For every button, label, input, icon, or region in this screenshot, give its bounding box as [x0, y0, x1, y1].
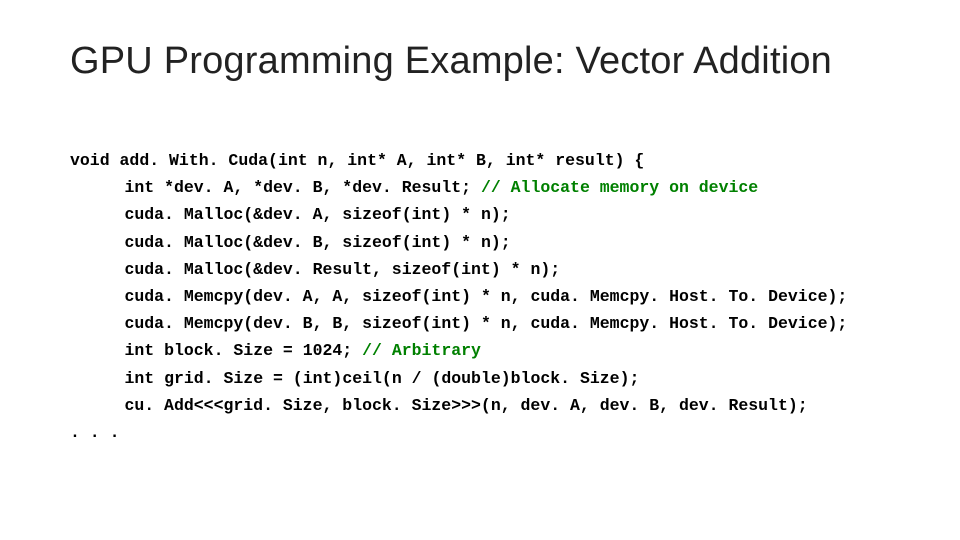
- keyword-double: double: [441, 369, 500, 388]
- keyword-void: void: [70, 151, 110, 170]
- code-line-1: void add. With. Cuda(int n, int* A, int*…: [70, 151, 644, 170]
- keyword-sizeof: sizeof: [362, 314, 421, 333]
- keyword-int: int: [431, 287, 461, 306]
- keyword-int-ptr: int*: [347, 151, 387, 170]
- code-line-3: cuda. Malloc(&dev. A, sizeof(int) * n);: [70, 205, 511, 224]
- keyword-int: int: [412, 233, 442, 252]
- keyword-int-ptr: int*: [426, 151, 466, 170]
- code-line-9: int grid. Size = (int)ceil(n / (double)b…: [70, 369, 639, 388]
- keyword-int: int: [124, 369, 154, 388]
- code-line-2: int *dev. A, *dev. B, *dev. Result; // A…: [70, 178, 758, 197]
- keyword-int: int: [303, 369, 333, 388]
- keyword-sizeof: sizeof: [342, 205, 401, 224]
- code-line-10: cu. Add<<<grid. Size, block. Size>>>(n, …: [70, 396, 808, 415]
- keyword-sizeof: sizeof: [392, 260, 451, 279]
- code-line-4: cuda. Malloc(&dev. B, sizeof(int) * n);: [70, 233, 511, 252]
- code-line-7: cuda. Memcpy(dev. B, B, sizeof(int) * n,…: [70, 314, 847, 333]
- keyword-int: int: [412, 205, 442, 224]
- keyword-int-ptr: int*: [506, 151, 546, 170]
- keyword-int: int: [431, 314, 461, 333]
- slide: GPU Programming Example: Vector Addition…: [0, 0, 960, 540]
- keyword-int: int: [278, 151, 308, 170]
- code-line-11: . . .: [70, 423, 120, 442]
- comment: // Allocate memory on device: [481, 178, 758, 197]
- keyword-sizeof: sizeof: [362, 287, 421, 306]
- keyword-int: int: [124, 341, 154, 360]
- keyword-int: int: [461, 260, 491, 279]
- code-block: void add. With. Cuda(int n, int* A, int*…: [70, 120, 900, 447]
- keyword-int: int: [124, 178, 154, 197]
- code-line-8: int block. Size = 1024; // Arbitrary: [70, 341, 481, 360]
- code-line-6: cuda. Memcpy(dev. A, A, sizeof(int) * n,…: [70, 287, 847, 306]
- code-line-5: cuda. Malloc(&dev. Result, sizeof(int) *…: [70, 260, 560, 279]
- keyword-sizeof: sizeof: [342, 233, 401, 252]
- comment: // Arbitrary: [362, 341, 481, 360]
- slide-title: GPU Programming Example: Vector Addition: [70, 40, 900, 84]
